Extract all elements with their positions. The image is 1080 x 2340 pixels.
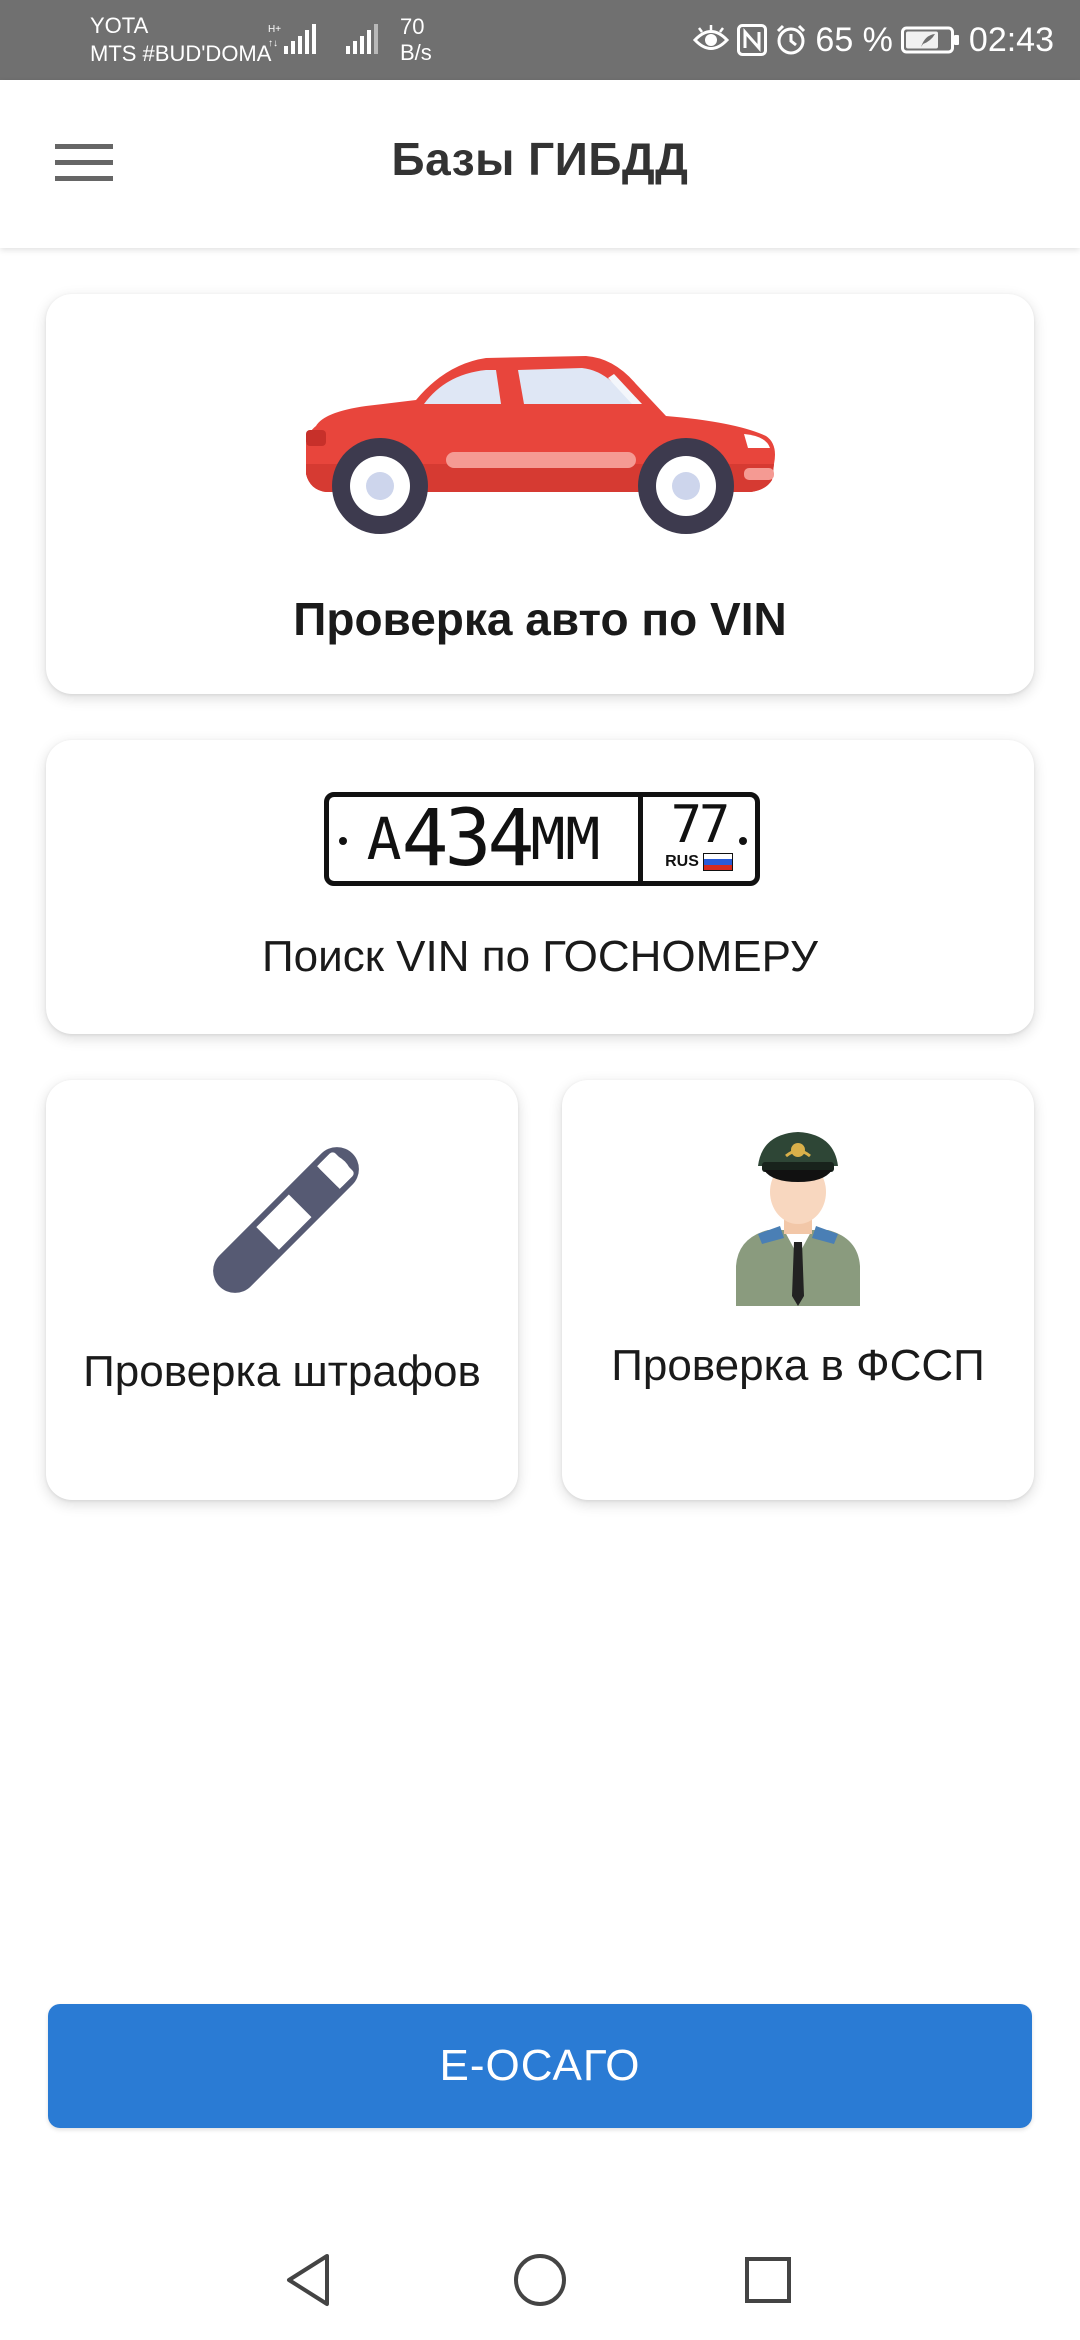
navigation-bar bbox=[0, 2200, 1080, 2340]
signal-icon-2 bbox=[346, 24, 378, 54]
page-title: Базы ГИБДД bbox=[391, 133, 689, 185]
license-plate-icon: А 434 ММ 77 RUS bbox=[324, 792, 760, 886]
home-button[interactable] bbox=[500, 2240, 580, 2320]
car-icon bbox=[306, 356, 775, 534]
alarm-icon bbox=[777, 24, 806, 55]
back-button[interactable] bbox=[268, 2240, 348, 2320]
carrier-1: YOTA bbox=[90, 13, 149, 38]
barrier-icon bbox=[213, 1147, 359, 1293]
clock: 02:43 bbox=[968, 20, 1054, 59]
nfc-icon bbox=[737, 24, 768, 56]
app-bar: Базы ГИБДД bbox=[0, 80, 1080, 248]
carrier-names: YOTA MTS #BUD'DOMA bbox=[90, 12, 271, 68]
plate-letters: ММ bbox=[530, 805, 601, 873]
status-bar: YOTA MTS #BUD'DOMA H+ ↑↓ 70 B/s 65 % 02:… bbox=[0, 0, 1080, 80]
network-speed-value: 70 bbox=[400, 14, 425, 39]
fines-check-label: Проверка штрафов bbox=[83, 1347, 481, 1396]
russia-flag-icon bbox=[702, 853, 733, 871]
vin-check-label: Проверка авто по VIN bbox=[293, 593, 787, 645]
plate-main: А 434 ММ bbox=[329, 794, 643, 884]
status-right: 65 % 02:43 bbox=[693, 16, 1054, 64]
battery-percent: 65 % bbox=[815, 20, 893, 59]
recents-button[interactable] bbox=[728, 2240, 808, 2320]
plate-letter: А bbox=[366, 805, 402, 873]
network-speed-unit: B/s bbox=[400, 40, 432, 65]
plate-search-label: Поиск VIN по ГОСНОМЕРУ bbox=[262, 932, 818, 981]
plate-search-card[interactable]: А 434 ММ 77 RUS Поиск VIN по ГОСНОМЕРУ bbox=[46, 740, 1034, 1034]
officer-icon bbox=[736, 1132, 860, 1306]
vin-check-card[interactable]: Проверка авто по VIN bbox=[46, 294, 1034, 694]
signal-icon: H+ ↑↓ bbox=[268, 24, 316, 54]
back-triangle-icon bbox=[287, 2254, 329, 2306]
plate-bolt-2 bbox=[739, 837, 747, 845]
home-circle-icon bbox=[514, 2254, 566, 2306]
plate-digits: 434 bbox=[401, 794, 535, 884]
network-speed: 70 B/s bbox=[400, 14, 432, 66]
plate-region: 77 bbox=[670, 795, 731, 855]
fines-check-card[interactable]: Проверка штрафов bbox=[46, 1080, 518, 1500]
recents-square-icon bbox=[745, 2257, 791, 2303]
battery-icon bbox=[900, 26, 959, 54]
fssp-check-card[interactable]: Проверка в ФССП bbox=[562, 1080, 1034, 1500]
plate-country: RUS bbox=[665, 853, 699, 870]
svg-text:H+: H+ bbox=[268, 24, 281, 35]
plate-bolt bbox=[339, 837, 347, 845]
fssp-check-label: Проверка в ФССП bbox=[611, 1341, 985, 1390]
e-osago-button[interactable]: Е-ОСАГО bbox=[48, 2004, 1032, 2128]
carrier-2: MTS #BUD'DOMA bbox=[90, 41, 272, 66]
svg-text:↑↓: ↑↓ bbox=[268, 38, 278, 49]
plate-region-block: 77 RUS bbox=[643, 797, 755, 881]
eye-icon bbox=[693, 25, 730, 50]
plate-country-row: RUS bbox=[665, 853, 733, 871]
